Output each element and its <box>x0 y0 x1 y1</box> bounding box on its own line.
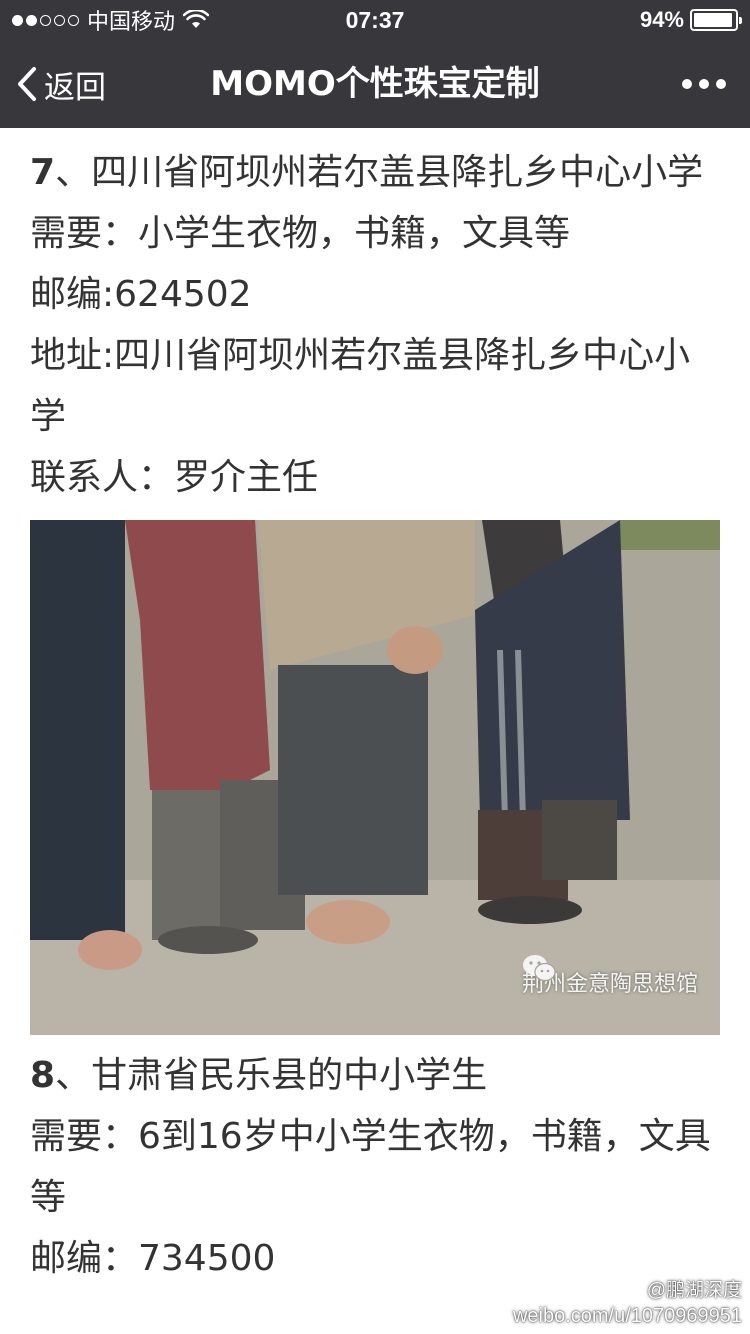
status-right: 94% <box>639 0 742 40</box>
weibo-watermark: @鹏湖深度 weibo.com/u/1070969951 <box>513 1273 742 1328</box>
signal-dot <box>40 14 51 26</box>
chevron-left-icon <box>18 67 36 101</box>
weibo-handle-row: @鹏湖深度 <box>513 1273 742 1303</box>
section-needs: 需要：6到16岁中小学生衣物，书籍，文具等 <box>30 1116 711 1218</box>
battery-percent: 94% <box>639 7 684 32</box>
section-contact: 联系人：罗介主任 <box>30 457 319 498</box>
battery-fill <box>694 13 732 27</box>
section-title-text: 、甘肃省民乐县的中小学生 <box>55 1055 488 1096</box>
section-postcode: 邮编:624502 <box>30 274 252 315</box>
more-options-button[interactable] <box>682 40 726 128</box>
signal-strength-icon <box>12 14 79 26</box>
back-button[interactable]: 返回 <box>16 40 106 128</box>
weibo-handle: @鹏湖深度 <box>646 1279 742 1301</box>
more-dot <box>716 79 726 89</box>
back-label: 返回 <box>44 69 106 106</box>
section-needs: 需要：小学生衣物，书籍，文具等 <box>30 213 571 254</box>
section-number: 7 <box>30 152 56 193</box>
weibo-url: weibo.com/u/1070969951 <box>512 1305 742 1327</box>
weibo-icon <box>601 1275 640 1303</box>
section-address: 地址:四川省阿坝州若尔盖县降扎乡中心小学 <box>30 335 691 437</box>
status-bar: 中国移动 07:37 94% <box>0 0 750 40</box>
signal-dot <box>12 14 23 26</box>
signal-dot <box>68 14 79 26</box>
signal-dot <box>26 14 37 26</box>
section-title-text: 、四川省阿坝州若尔盖县降扎乡中心小学 <box>55 152 704 193</box>
more-dot <box>699 79 709 89</box>
carrier-name: 中国移动 <box>87 9 176 34</box>
page-title: MOMO个性珠宝定制 <box>210 64 540 104</box>
battery-icon <box>690 9 742 31</box>
navigation-bar: 返回 MOMO个性珠宝定制 <box>0 40 750 128</box>
section-title-8: 8、甘肃省民乐县的中小学生 <box>30 1045 720 1106</box>
section-number: 8 <box>30 1055 56 1096</box>
signal-dot <box>54 14 65 26</box>
more-dot <box>682 79 692 89</box>
wechat-icon <box>522 955 556 982</box>
photo-watermark: 荆州金意陶思想馆 <box>522 954 698 1015</box>
status-left: 中国移动 <box>12 0 210 40</box>
wifi-icon <box>183 10 210 28</box>
article-body: 7、四川省阿坝州若尔盖县降扎乡中心小学 需要：小学生衣物，书籍，文具等 邮编:6… <box>30 142 720 1289</box>
article-photo: 荆州金意陶思想馆 <box>30 520 720 1035</box>
section-title-7: 7、四川省阿坝州若尔盖县降扎乡中心小学 <box>30 142 720 203</box>
